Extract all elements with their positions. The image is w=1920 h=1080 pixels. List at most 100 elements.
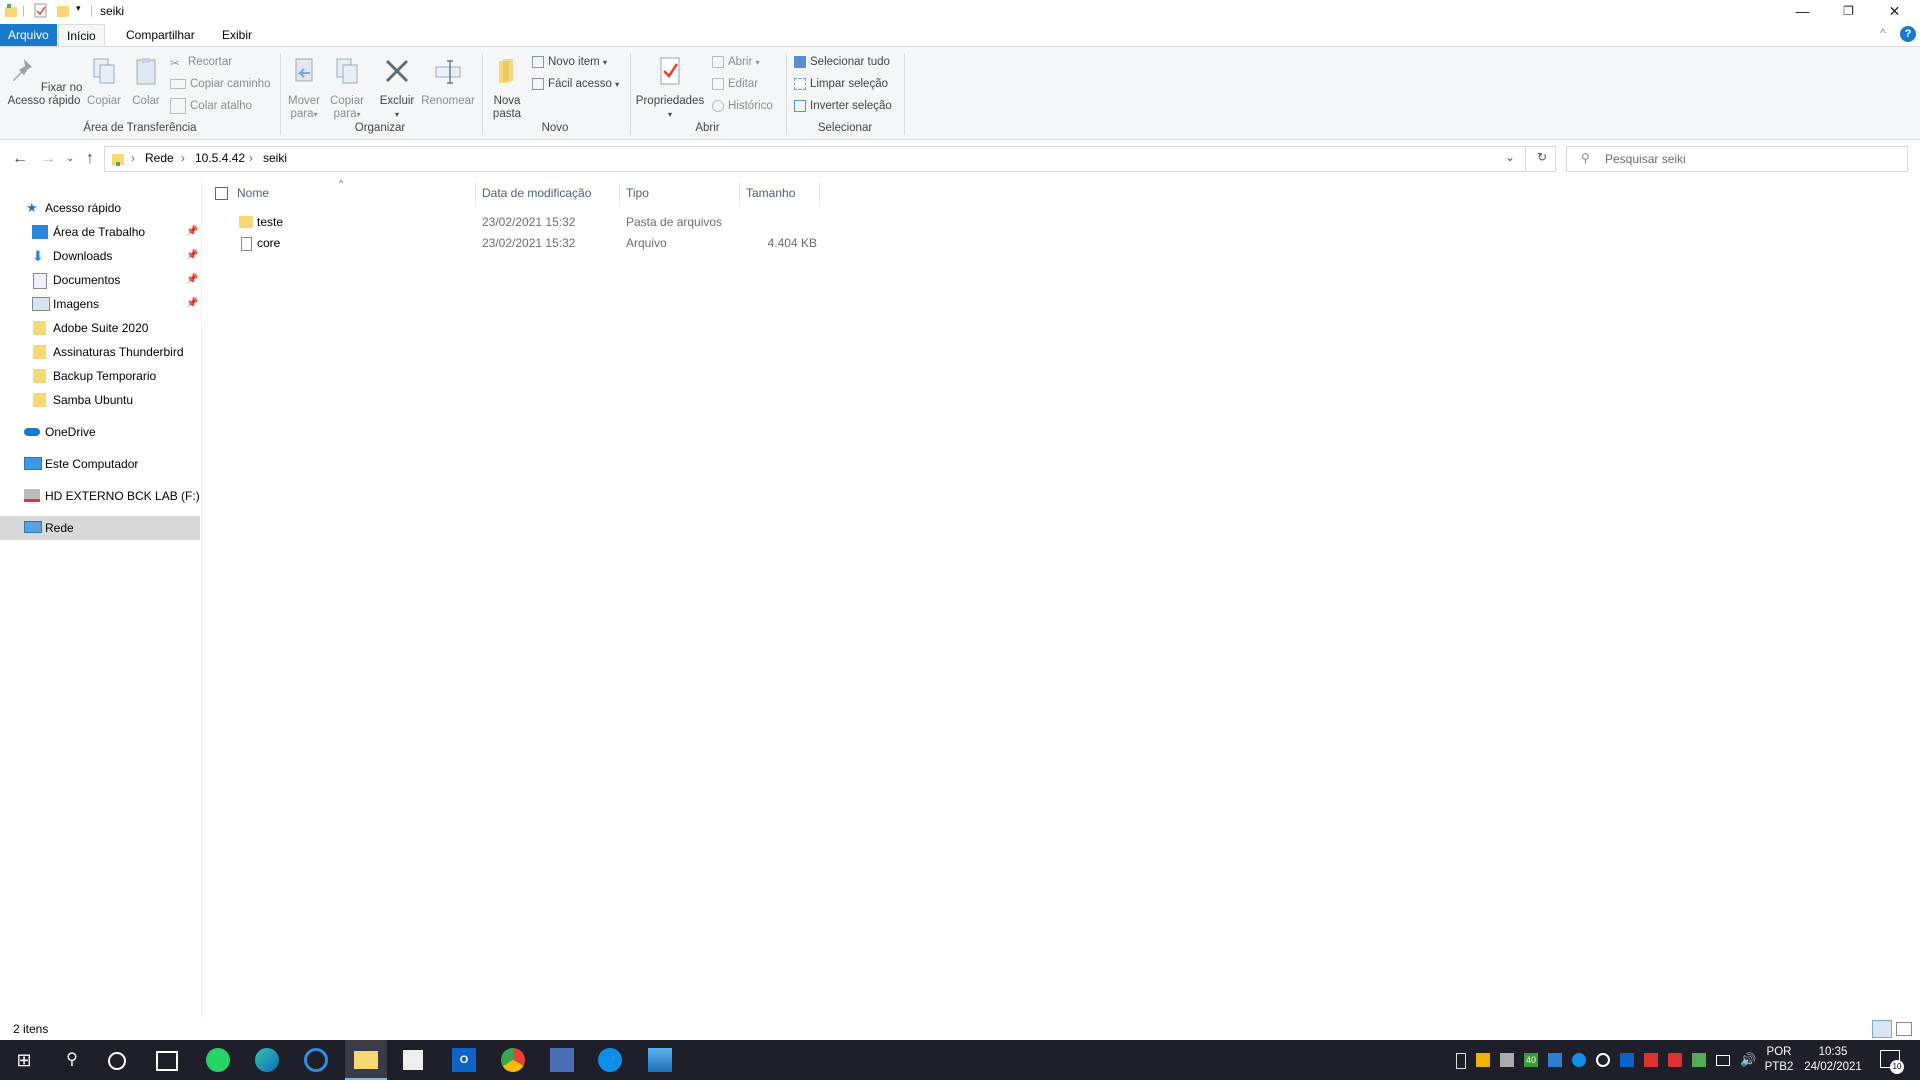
- move-to-button[interactable]: Mover para▾: [286, 55, 322, 121]
- paste-shortcut-button[interactable]: Colar atalho: [170, 97, 252, 115]
- file-explorer-icon[interactable]: [354, 1051, 378, 1069]
- clock[interactable]: 10:35 24/02/2021: [1798, 1045, 1868, 1075]
- breadcrumb-host[interactable]: 10.5.4.42: [195, 151, 245, 165]
- usb-icon[interactable]: [1456, 1053, 1466, 1069]
- tab-home[interactable]: Início: [58, 24, 105, 46]
- column-size[interactable]: Tamanho: [746, 186, 795, 200]
- properties-button[interactable]: Propriedades ▾: [634, 55, 706, 121]
- delete-button[interactable]: Excluir ▾: [378, 55, 416, 121]
- column-separator[interactable]: [819, 182, 820, 206]
- outlook-tray-icon[interactable]: [1620, 1053, 1634, 1067]
- language-indicator[interactable]: POR PTB2: [1762, 1045, 1796, 1075]
- properties-quick-icon[interactable]: [34, 3, 48, 19]
- breadcrumb-seiki[interactable]: seiki: [263, 151, 287, 165]
- new-item-button[interactable]: Novo item ▾: [532, 53, 607, 71]
- large-icons-view-icon[interactable]: [1896, 1022, 1912, 1036]
- history-button[interactable]: Histórico: [712, 97, 773, 115]
- task-view-icon[interactable]: [156, 1051, 178, 1071]
- table-row[interactable]: teste 23/02/2021 15:32 Pasta de arquivos: [205, 212, 825, 233]
- nav-desktop[interactable]: Área de Trabalho 📌: [0, 220, 200, 244]
- easy-access-button[interactable]: Fácil acesso ▾: [532, 75, 619, 93]
- pane-divider[interactable]: [201, 178, 202, 1018]
- column-name[interactable]: Nome: [237, 186, 269, 200]
- tray-app-icon[interactable]: [1548, 1053, 1562, 1067]
- new-folder-quick-icon[interactable]: [56, 3, 70, 19]
- select-none-button[interactable]: Limpar seleção: [794, 75, 888, 93]
- up-arrow-icon[interactable]: ↑: [86, 150, 94, 168]
- chrome-icon[interactable]: [501, 1048, 525, 1072]
- select-all-checkbox[interactable]: [215, 187, 228, 200]
- open-button[interactable]: Abrir ▾: [712, 53, 760, 71]
- table-row[interactable]: core 23/02/2021 15:32 Arquivo 4.404 KB: [205, 233, 825, 254]
- copy-button[interactable]: Copiar: [84, 55, 124, 108]
- paste-button[interactable]: Colar: [126, 55, 166, 108]
- sync-icon[interactable]: [1596, 1053, 1610, 1067]
- search-icon[interactable]: ⚲: [60, 1048, 84, 1072]
- nav-network[interactable]: Rede: [0, 516, 200, 540]
- select-all-button[interactable]: Selecionar tudo: [794, 53, 890, 71]
- nav-adobe-suite[interactable]: Adobe Suite 2020: [0, 316, 200, 340]
- back-arrow-icon[interactable]: ←: [12, 150, 28, 168]
- help-icon[interactable]: ?: [1900, 26, 1916, 42]
- nav-this-pc[interactable]: Este Computador: [0, 452, 200, 476]
- tray-app-icon[interactable]: [1668, 1053, 1682, 1067]
- nav-thunderbird[interactable]: Assinaturas Thunderbird: [0, 340, 200, 364]
- details-view-icon[interactable]: [1872, 1020, 1892, 1038]
- outlook-icon[interactable]: O: [452, 1048, 476, 1072]
- network-tray-icon[interactable]: [1716, 1055, 1730, 1066]
- store-icon[interactable]: [403, 1050, 423, 1070]
- rename-button[interactable]: Renomear: [420, 55, 476, 108]
- internet-explorer-icon[interactable]: [304, 1048, 328, 1072]
- nav-pictures[interactable]: Imagens 📌: [0, 292, 200, 316]
- invert-selection-button[interactable]: Inverter seleção: [794, 97, 892, 115]
- remote-desktop-icon[interactable]: [550, 1048, 574, 1072]
- collapse-ribbon-icon[interactable]: ^: [1880, 26, 1886, 40]
- nav-documents[interactable]: Documentos 📌: [0, 268, 200, 292]
- volume-icon[interactable]: 🔊: [1740, 1053, 1756, 1067]
- nav-backup[interactable]: Backup Temporario: [0, 364, 200, 388]
- tab-view[interactable]: Exibir: [214, 24, 260, 46]
- column-separator[interactable]: [619, 182, 620, 206]
- forward-arrow-icon[interactable]: →: [40, 150, 56, 168]
- recent-locations-icon[interactable]: ⌄: [66, 153, 74, 164]
- nav-external-drive[interactable]: HD EXTERNO BCK LAB (F:): [0, 484, 200, 508]
- column-separator[interactable]: [739, 182, 740, 206]
- nav-samba[interactable]: Samba Ubuntu: [0, 388, 200, 412]
- nav-downloads[interactable]: ⬇ Downloads 📌: [0, 244, 200, 268]
- copy-to-button[interactable]: Copiar para▾: [328, 55, 366, 121]
- customize-quick-access-icon[interactable]: ▾: [76, 3, 81, 14]
- address-dropdown-icon[interactable]: ⌄: [1505, 150, 1515, 164]
- cut-button[interactable]: ✂ Recortar: [170, 53, 232, 71]
- minimize-icon[interactable]: —: [1780, 0, 1825, 22]
- antivirus-icon[interactable]: [1644, 1053, 1658, 1067]
- new-folder-button[interactable]: Nova pasta: [488, 55, 526, 121]
- column-type[interactable]: Tipo: [626, 186, 649, 200]
- teamviewer-tray-icon[interactable]: [1572, 1053, 1586, 1067]
- nav-quick-access[interactable]: ★ Acesso rápido: [0, 196, 200, 220]
- whatsapp-icon[interactable]: [206, 1048, 230, 1072]
- teamviewer-icon[interactable]: [598, 1048, 622, 1072]
- close-icon[interactable]: ✕: [1872, 0, 1917, 22]
- column-date[interactable]: Data de modificação: [482, 186, 591, 200]
- edit-button[interactable]: Editar: [712, 75, 758, 93]
- column-separator[interactable]: [475, 182, 476, 206]
- edge-icon[interactable]: [255, 1048, 279, 1072]
- tab-share[interactable]: Compartilhar: [118, 24, 203, 46]
- windows-start-icon[interactable]: ⊞: [12, 1048, 36, 1072]
- tray-app-icon[interactable]: [1500, 1053, 1514, 1067]
- tray-app-icon[interactable]: [1476, 1053, 1490, 1067]
- search-input[interactable]: ⚲ Pesquisar seiki: [1566, 146, 1908, 172]
- pin-quick-access-button[interactable]: Fixar no Acesso rápido: [4, 55, 84, 108]
- photos-icon[interactable]: [648, 1048, 672, 1072]
- tab-file[interactable]: Arquivo: [0, 24, 57, 46]
- address-bar[interactable]: › Rede › 10.5.4.42 › seiki ⌄ ↻: [104, 146, 1556, 172]
- ribbon-separator: [280, 53, 281, 135]
- restore-icon[interactable]: ❐: [1826, 0, 1871, 22]
- tray-badge-icon[interactable]: 40: [1524, 1053, 1538, 1067]
- nav-onedrive[interactable]: OneDrive: [0, 420, 200, 444]
- copy-path-button[interactable]: Copiar caminho: [170, 75, 271, 93]
- cortana-icon[interactable]: [108, 1052, 126, 1070]
- tray-app-icon[interactable]: [1692, 1053, 1706, 1067]
- breadcrumb-rede[interactable]: Rede: [145, 151, 174, 165]
- refresh-icon[interactable]: ↻: [1537, 150, 1547, 164]
